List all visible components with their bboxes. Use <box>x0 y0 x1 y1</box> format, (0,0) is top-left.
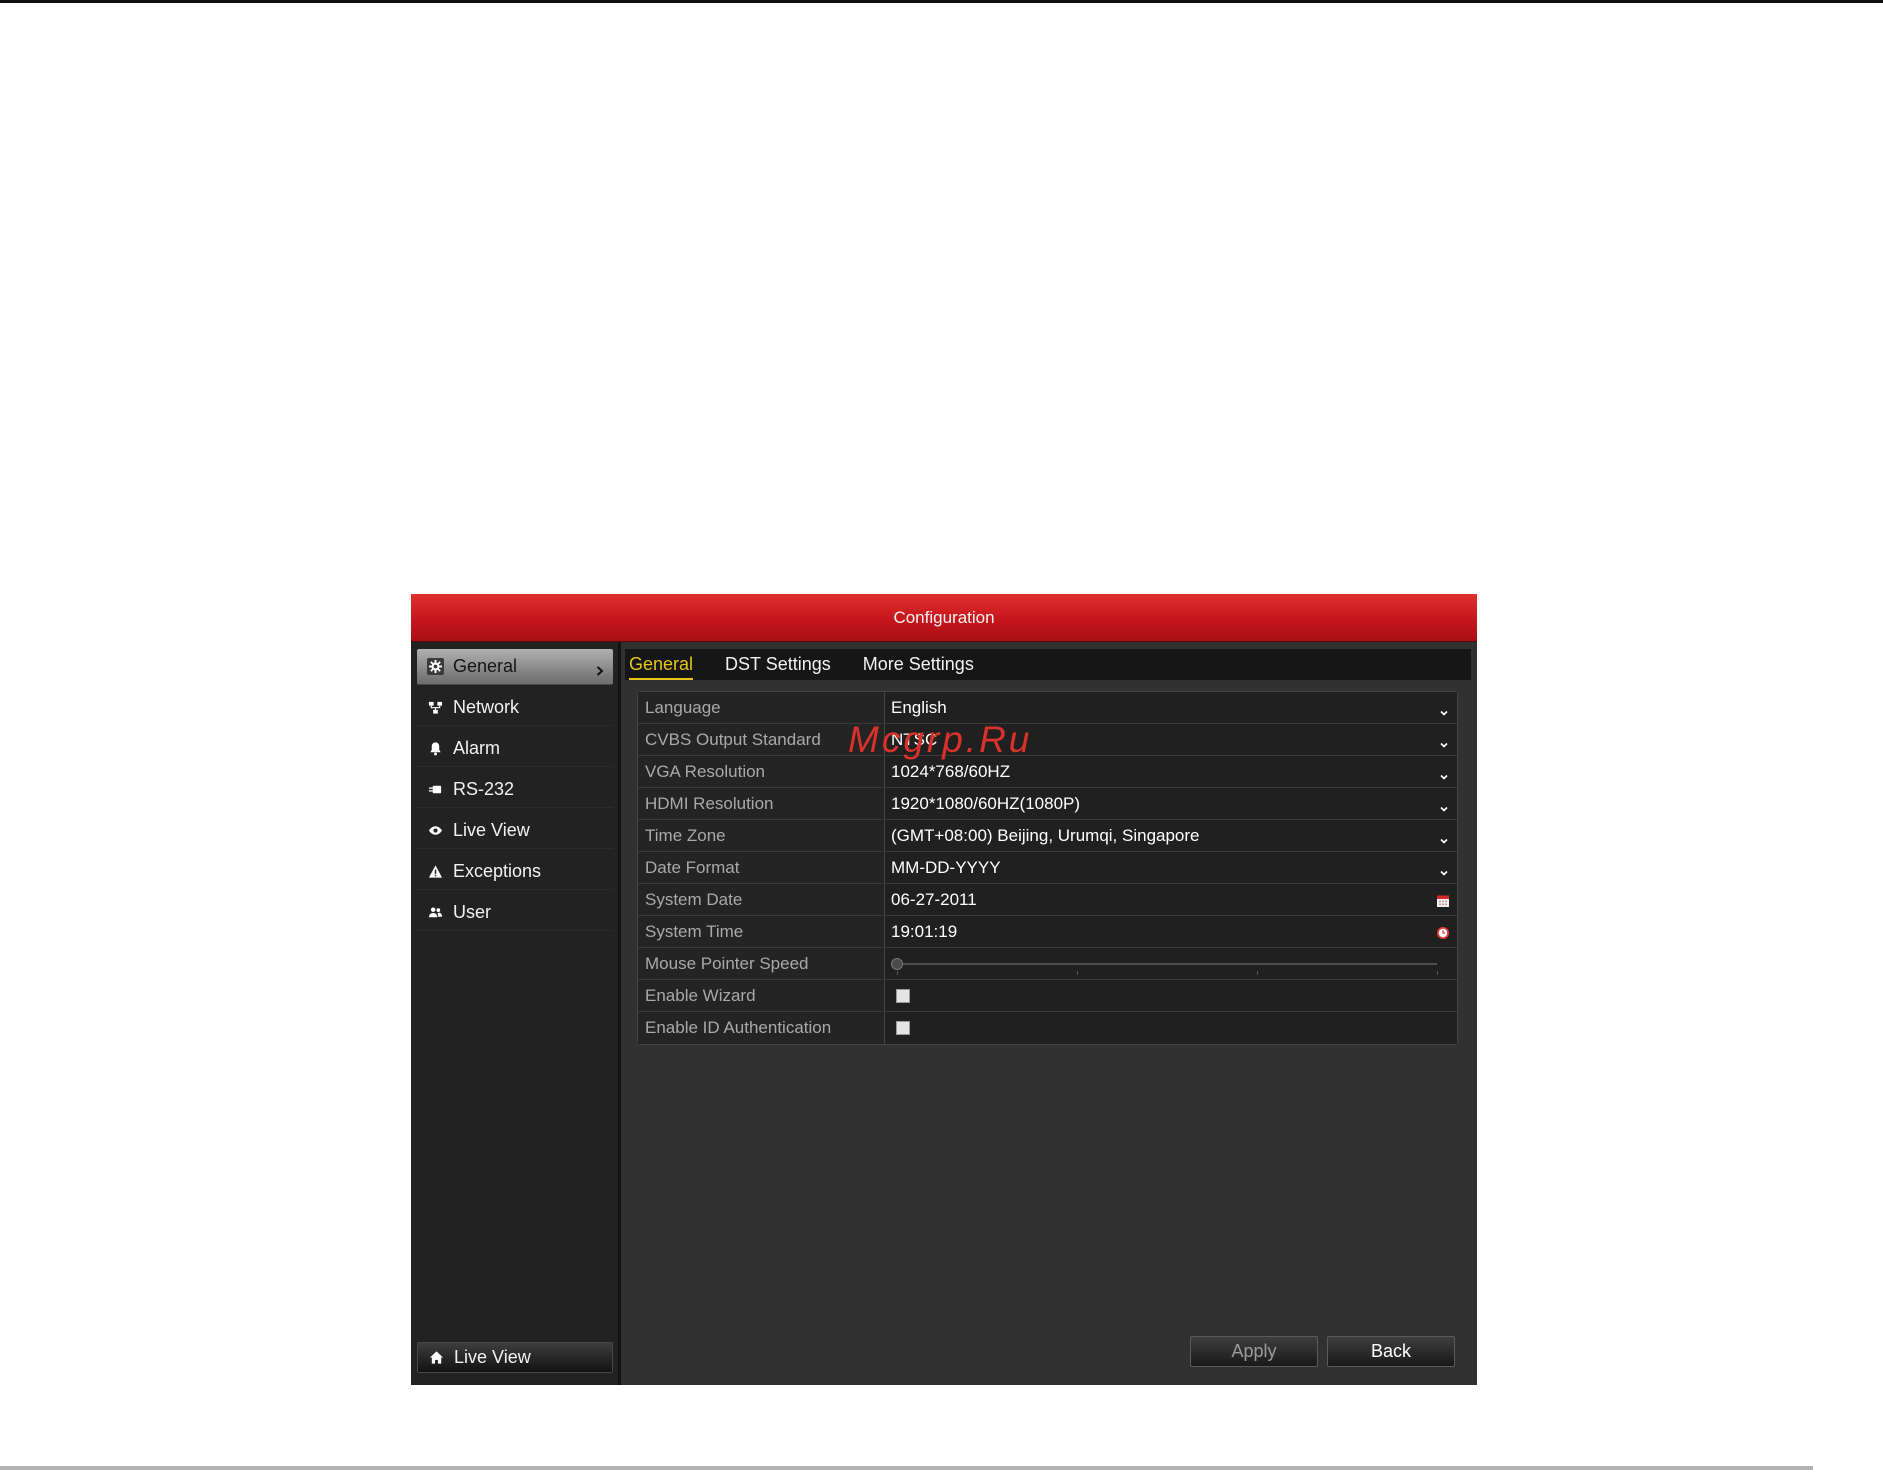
system-time-label: System Time <box>638 916 884 947</box>
home-icon <box>428 1349 445 1366</box>
title-bar: Configuration <box>411 594 1477 642</box>
sidebar-item-user[interactable]: User <box>417 895 613 931</box>
system-date-value: 06-27-2011 <box>891 889 977 909</box>
system-date-field[interactable]: 06-27-2011 <box>884 884 1457 915</box>
hdmi-resolution-dropdown[interactable]: 1920*1080/60HZ(1080P) <box>884 788 1457 819</box>
system-date-label: System Date <box>638 884 884 915</box>
enable-id-authentication-label: Enable ID Authentication <box>638 1012 884 1044</box>
date-format-label: Date Format <box>638 852 884 883</box>
sidebar-item-alarm[interactable]: Alarm <box>417 731 613 767</box>
slider-tick <box>1076 971 1078 975</box>
time-zone-dropdown[interactable]: (GMT+08:00) Beijing, Urumqi, Singapore <box>884 820 1457 851</box>
calendar-icon[interactable] <box>1436 893 1450 907</box>
form-row-cvbs-output-standard: CVBS Output Standard NTSC <box>638 724 1457 756</box>
tab-bar: General DST Settings More Settings <box>625 649 1471 680</box>
form-row-enable-wizard: Enable Wizard <box>638 980 1457 1012</box>
form-row-date-format: Date Format MM-DD-YYYY <box>638 852 1457 884</box>
users-icon <box>427 904 444 921</box>
system-time-value: 19:01:19 <box>891 921 958 941</box>
time-zone-label: Time Zone <box>638 820 884 851</box>
bottom-rule <box>0 1466 1813 1470</box>
enable-wizard-control <box>884 980 1457 1011</box>
window-title: Configuration <box>893 607 995 627</box>
enable-id-authentication-control <box>884 1012 1457 1044</box>
hdmi-resolution-value: 1920*1080/60HZ(1080P) <box>891 793 1081 813</box>
tab-dst-settings[interactable]: DST Settings <box>725 651 831 680</box>
mouse-speed-slider[interactable] <box>891 958 1438 975</box>
sidebar-item-network[interactable]: Network <box>417 690 613 726</box>
language-value: English <box>891 697 947 717</box>
date-format-value: MM-DD-YYYY <box>891 857 1001 877</box>
form-row-enable-id-authentication: Enable ID Authentication <box>638 1012 1457 1044</box>
sidebar-item-exceptions[interactable]: Exceptions <box>417 854 613 890</box>
sidebar-menu: General Network Alarm RS-232 Live View E… <box>417 649 613 936</box>
chevron-down-icon <box>1439 863 1449 876</box>
time-zone-value: (GMT+08:00) Beijing, Urumqi, Singapore <box>891 825 1200 845</box>
chevron-down-icon <box>1439 767 1449 780</box>
sidebar-item-live-view[interactable]: Live View <box>417 813 613 849</box>
vga-resolution-value: 1024*768/60HZ <box>891 761 1011 781</box>
sidebar-item-general[interactable]: General <box>417 649 613 685</box>
sidebar-item-label: General <box>453 656 518 676</box>
enable-wizard-checkbox[interactable] <box>896 988 910 1003</box>
eye-icon <box>427 822 444 839</box>
configuration-window: Configuration General Network Alarm RS-2… <box>411 594 1477 1385</box>
warning-icon <box>427 863 444 880</box>
sidebar-item-label: Live View <box>453 820 530 840</box>
sidebar-item-label: Exceptions <box>453 861 542 881</box>
enable-id-authentication-checkbox[interactable] <box>896 1021 910 1035</box>
sidebar: General Network Alarm RS-232 Live View E… <box>411 642 621 1385</box>
general-settings-form: Language English CVBS Output Standard NT… <box>637 691 1458 1045</box>
back-button[interactable]: Back <box>1327 1336 1455 1367</box>
sidebar-item-label: User <box>453 902 492 922</box>
sidebar-item-label: Network <box>453 697 520 717</box>
tab-general[interactable]: General <box>629 651 694 680</box>
watermark: Mcgrp.Ru <box>848 719 1033 760</box>
form-row-time-zone: Time Zone (GMT+08:00) Beijing, Urumqi, S… <box>638 820 1457 852</box>
form-row-vga-resolution: VGA Resolution 1024*768/60HZ <box>638 756 1457 788</box>
chevron-down-icon <box>1439 799 1449 812</box>
live-view-button[interactable]: Live View <box>417 1342 613 1373</box>
sidebar-item-label: Alarm <box>453 738 501 758</box>
hdmi-resolution-label: HDMI Resolution <box>638 788 884 819</box>
system-time-field[interactable]: 19:01:19 <box>884 916 1457 947</box>
rs232-icon <box>427 781 444 798</box>
form-row-system-time: System Time 19:01:19 <box>638 916 1457 948</box>
slider-tick <box>1256 971 1258 975</box>
main-panel: General DST Settings More Settings Langu… <box>621 642 1477 1385</box>
enable-wizard-label: Enable Wizard <box>638 980 884 1011</box>
sidebar-item-rs232[interactable]: RS-232 <box>417 772 613 808</box>
chevron-down-icon <box>1439 703 1449 716</box>
form-row-system-date: System Date 06-27-2011 <box>638 884 1457 916</box>
form-row-language: Language English <box>638 692 1457 724</box>
apply-button[interactable]: Apply <box>1190 1336 1318 1367</box>
gear-icon <box>427 658 444 675</box>
form-row-mouse-pointer-speed: Mouse Pointer Speed <box>638 948 1457 980</box>
chevron-down-icon <box>1439 735 1449 748</box>
slider-tick <box>897 971 898 975</box>
form-row-hdmi-resolution: HDMI Resolution 1920*1080/60HZ(1080P) <box>638 788 1457 820</box>
network-icon <box>427 699 444 716</box>
chevron-right-icon <box>594 661 605 676</box>
alarm-icon <box>427 740 444 757</box>
slider-tick <box>1437 971 1438 975</box>
chevron-down-icon <box>1439 831 1449 844</box>
slider-handle[interactable] <box>891 958 903 970</box>
mouse-pointer-speed-label: Mouse Pointer Speed <box>638 948 884 979</box>
clock-icon[interactable] <box>1436 925 1450 939</box>
sidebar-item-label: RS-232 <box>453 779 515 799</box>
tab-more-settings[interactable]: More Settings <box>863 651 974 680</box>
live-view-button-label: Live View <box>454 1347 531 1367</box>
mouse-pointer-speed-control <box>884 948 1457 979</box>
date-format-dropdown[interactable]: MM-DD-YYYY <box>884 852 1457 883</box>
top-rule <box>0 0 1883 3</box>
